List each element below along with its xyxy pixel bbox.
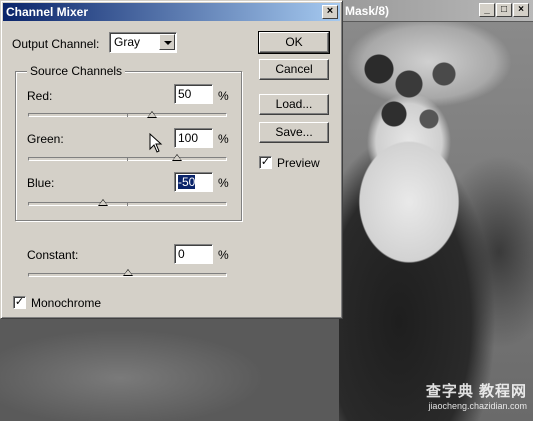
red-percent: % bbox=[218, 89, 229, 103]
load-button[interactable]: Load... bbox=[259, 94, 329, 115]
flower-hat bbox=[349, 44, 469, 134]
watermark-title: 查字典 教程网 bbox=[425, 383, 527, 400]
close-document-button[interactable]: × bbox=[513, 3, 529, 17]
cancel-button[interactable]: Cancel bbox=[259, 59, 329, 80]
monochrome-label: Monochrome bbox=[31, 296, 102, 310]
green-slider-center-tick bbox=[127, 158, 128, 161]
blue-percent: % bbox=[218, 176, 229, 190]
constant-slider-thumb[interactable] bbox=[122, 269, 133, 276]
document-titlebar[interactable]: Mask/8) _ □ × bbox=[339, 0, 533, 22]
checkmark-icon: ✓ bbox=[260, 156, 271, 168]
blue-value-input[interactable]: -50 bbox=[174, 172, 213, 192]
constant-value-input[interactable]: 0 bbox=[174, 244, 213, 264]
red-label: Red: bbox=[27, 89, 53, 103]
red-slider-thumb[interactable] bbox=[147, 111, 158, 118]
close-button[interactable]: × bbox=[322, 5, 338, 19]
constant-percent: % bbox=[218, 248, 229, 262]
ok-button[interactable]: OK bbox=[258, 31, 330, 54]
checkmark-icon: ✓ bbox=[14, 296, 25, 308]
monochrome-checkbox[interactable]: ✓ bbox=[13, 296, 26, 309]
preview-checkbox[interactable]: ✓ bbox=[259, 156, 272, 169]
output-channel-label: Output Channel: bbox=[12, 37, 100, 51]
document-window: Mask/8) _ □ × 查字典 教程网 jiaocheng.chazidia… bbox=[339, 0, 533, 421]
watermark-url: jiaocheng.chazidian.com bbox=[428, 401, 527, 411]
dialog-title: Channel Mixer bbox=[6, 5, 89, 19]
watermark: 查字典 教程网 jiaocheng.chazidian.com bbox=[426, 380, 527, 411]
maximize-button[interactable]: □ bbox=[496, 3, 512, 17]
green-label: Green: bbox=[27, 132, 64, 146]
green-slider-thumb[interactable] bbox=[172, 154, 183, 161]
source-channels-title: Source Channels bbox=[27, 64, 126, 78]
photo bbox=[339, 22, 533, 421]
chevron-down-icon[interactable] bbox=[159, 34, 175, 50]
preview-label: Preview bbox=[277, 156, 320, 170]
channel-mixer-dialog: Channel Mixer × Output Channel: Gray Sou… bbox=[0, 0, 343, 319]
canvas-background bbox=[0, 318, 339, 421]
document-title: Mask/8) bbox=[345, 4, 390, 18]
green-value-input[interactable]: 100 bbox=[174, 128, 213, 148]
blue-slider-center-tick bbox=[127, 203, 128, 206]
blue-slider-thumb[interactable] bbox=[97, 199, 108, 206]
constant-label: Constant: bbox=[27, 248, 79, 262]
green-percent: % bbox=[218, 132, 229, 146]
dialog-titlebar[interactable]: Channel Mixer × bbox=[3, 3, 340, 21]
red-slider-center-tick bbox=[127, 114, 128, 117]
minimize-button[interactable]: _ bbox=[479, 3, 495, 17]
blue-label: Blue: bbox=[27, 176, 55, 190]
red-value-input[interactable]: 50 bbox=[174, 84, 213, 104]
output-channel-value: Gray bbox=[114, 35, 141, 49]
save-button[interactable]: Save... bbox=[259, 122, 329, 143]
face bbox=[349, 132, 499, 282]
output-channel-select[interactable]: Gray bbox=[109, 32, 177, 53]
